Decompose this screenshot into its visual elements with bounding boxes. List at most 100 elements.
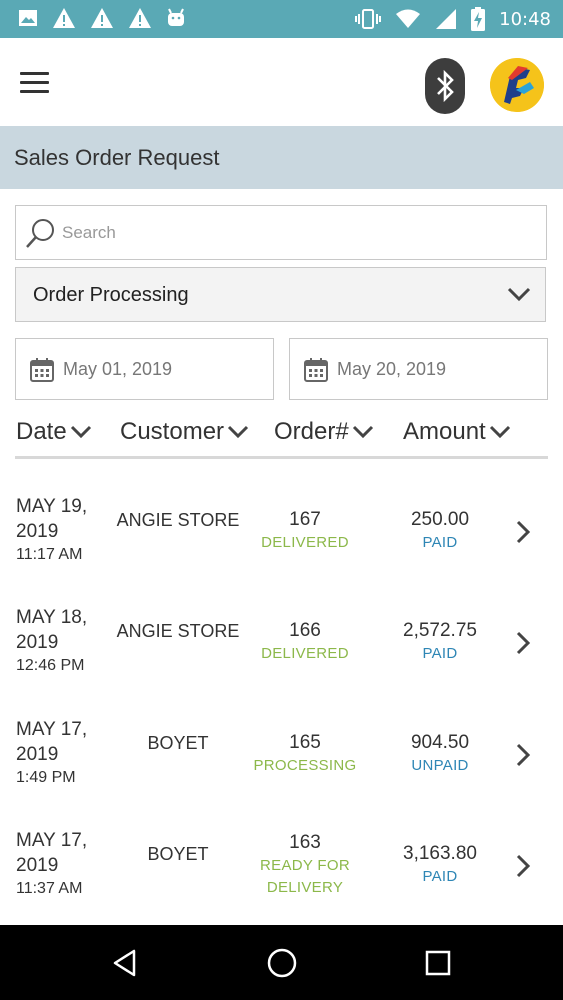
order-date-line2: 2019 [16, 632, 59, 653]
chevron-right-icon [516, 743, 531, 767]
order-date: MAY 17, 2019 1:49 PM [16, 717, 116, 789]
order-row[interactable]: MAY 17, 2019 1:49 PM BOYET 165 PROCESSIN… [0, 717, 563, 828]
clock: 10:48 [499, 8, 551, 30]
order-date-line2: 2019 [16, 521, 59, 542]
order-row[interactable]: MAY 19, 2019 11:17 AM ANGIE STORE 167 DE… [0, 494, 563, 605]
order-date-line1: MAY 18, [16, 607, 88, 628]
battery-charging-icon [471, 7, 486, 31]
order-customer: BOYET [147, 733, 209, 753]
order-number: 166 [289, 620, 321, 641]
order-customer: BOYET [147, 844, 209, 864]
page-header: Sales Order Request [0, 126, 563, 189]
search-box[interactable] [15, 205, 547, 260]
warning-icon [91, 8, 113, 28]
date-from-field[interactable]: May 01, 2019 [15, 338, 274, 400]
order-date-line1: MAY 19, [16, 496, 88, 517]
order-status-line2: DELIVERY [266, 879, 344, 896]
order-number-cell: 163 READY FOR DELIVERY [240, 831, 370, 899]
chevron-right-icon [516, 854, 531, 878]
payment-status: PAID [422, 534, 458, 551]
calendar-icon [30, 358, 54, 382]
order-date: MAY 19, 2019 11:17 AM [16, 494, 116, 566]
vibrate-icon [355, 9, 382, 29]
order-amount: 904.50 [410, 732, 470, 753]
order-number: 165 [289, 732, 321, 753]
order-row[interactable]: MAY 18, 2019 12:46 PM ANGIE STORE 166 DE… [0, 605, 563, 716]
date-to-field[interactable]: May 20, 2019 [289, 338, 548, 400]
page-title: Sales Order Request [14, 145, 220, 170]
sort-date-header[interactable]: Date [16, 418, 93, 446]
calendar-icon [304, 358, 328, 382]
order-status: DELIVERED [261, 645, 349, 662]
payment-status: PAID [422, 868, 458, 885]
search-input[interactable] [62, 218, 532, 248]
order-status: DELIVERED [261, 534, 349, 551]
home-icon[interactable] [262, 945, 302, 981]
order-date-line2: 2019 [16, 855, 59, 876]
order-time: 11:17 AM [16, 546, 83, 563]
order-number: 163 [289, 832, 321, 853]
payment-status: PAID [422, 645, 458, 662]
status-bar: 10:48 [0, 0, 563, 38]
column-headers: Date Customer Order# Amount [0, 412, 563, 456]
order-time: 1:49 PM [16, 769, 76, 786]
app-bar [0, 38, 563, 126]
sort-amount-header[interactable]: Amount [403, 418, 512, 446]
order-status: PROCESSING [253, 757, 357, 774]
chevron-down-icon [352, 425, 373, 439]
status-filter-dropdown[interactable]: Order Processing [15, 267, 546, 322]
image-icon [19, 10, 37, 26]
signal-icon [436, 9, 457, 29]
orders-list: MAY 19, 2019 11:17 AM ANGIE STORE 167 DE… [0, 459, 563, 925]
order-amount-cell: 2,572.75 PAID [380, 619, 500, 665]
chevron-down-icon [489, 425, 510, 439]
column-label-customer: Customer [120, 418, 225, 445]
date-to-value: May 20, 2019 [337, 359, 447, 379]
order-number-cell: 167 DELIVERED [240, 508, 370, 554]
chevron-right-icon [516, 520, 531, 544]
order-time: 11:37 AM [16, 880, 83, 897]
chevron-down-icon [507, 287, 531, 302]
order-amount-cell: 904.50 UNPAID [380, 731, 500, 777]
order-amount: 250.00 [410, 509, 470, 530]
chevron-down-icon [227, 425, 249, 439]
order-amount-cell: 3,163.80 PAID [380, 842, 500, 888]
order-date: MAY 17, 2019 11:37 AM [16, 828, 116, 900]
recents-icon[interactable] [418, 945, 458, 981]
order-date-line1: MAY 17, [16, 719, 88, 740]
sort-order-header[interactable]: Order# [274, 418, 375, 446]
column-label-date: Date [16, 418, 67, 445]
chevron-down-icon [70, 425, 91, 439]
order-date: MAY 18, 2019 12:46 PM [16, 605, 116, 677]
company-logo-icon[interactable] [490, 58, 544, 112]
order-date-line1: MAY 17, [16, 830, 88, 851]
order-amount-cell: 250.00 PAID [380, 508, 500, 554]
order-row[interactable]: MAY 17, 2019 11:37 AM BOYET 163 READY FO… [0, 828, 563, 925]
system-nav-bar [0, 925, 563, 1000]
order-customer: ANGIE STORE [116, 510, 240, 530]
warning-icon [129, 8, 151, 28]
date-from-value: May 01, 2019 [63, 359, 173, 379]
order-customer: ANGIE STORE [116, 621, 240, 641]
bluetooth-icon [437, 69, 454, 103]
wifi-icon [396, 9, 421, 28]
order-date-line2: 2019 [16, 744, 59, 765]
bluetooth-button[interactable] [425, 58, 465, 114]
back-icon[interactable] [105, 945, 145, 981]
column-label-amount: Amount [403, 418, 486, 445]
order-status: READY FOR [260, 857, 350, 874]
status-filter-value: Order Processing [33, 284, 189, 306]
hamburger-menu-icon[interactable] [20, 64, 60, 100]
chevron-right-icon [516, 631, 531, 655]
android-icon [168, 8, 184, 26]
warning-icon [53, 8, 75, 28]
search-icon [26, 219, 54, 248]
order-number: 167 [289, 509, 321, 530]
payment-status: UNPAID [411, 757, 469, 774]
order-amount: 2,572.75 [403, 620, 477, 641]
order-number-cell: 165 PROCESSING [240, 731, 370, 777]
order-time: 12:46 PM [16, 657, 85, 674]
order-number-cell: 166 DELIVERED [240, 619, 370, 665]
order-amount: 3,163.80 [403, 843, 477, 864]
sort-customer-header[interactable]: Customer [120, 418, 250, 446]
